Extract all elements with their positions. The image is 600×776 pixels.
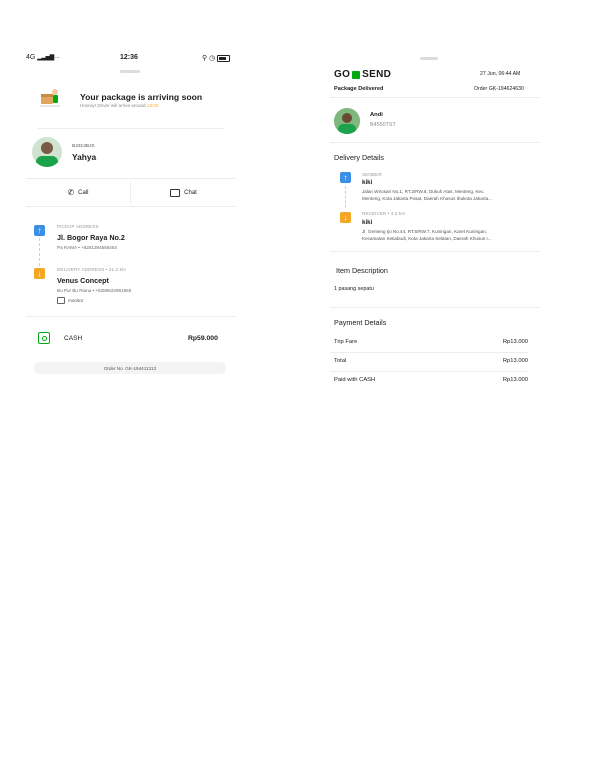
- item-description-heading: Item Description: [336, 266, 388, 275]
- trip-fare-value: Rp13.000: [502, 339, 528, 345]
- divider: [26, 206, 236, 207]
- chat-label: Chat: [184, 189, 197, 196]
- pickup-contact: Pa RAMA • +6281394556454: [57, 245, 117, 250]
- divider: [330, 142, 540, 143]
- divider: [330, 251, 540, 252]
- divider: [330, 307, 540, 308]
- driver-name: Andi: [370, 112, 383, 118]
- divider: [330, 97, 540, 98]
- delivery-label: DELIVERY ADDRESS • 21.2 km: [57, 267, 126, 272]
- location-icon: ⚲: [202, 55, 208, 62]
- sender-address-line-2: Menteng, Kota Jakarta Pusat, Daerah Khus…: [362, 196, 492, 201]
- battery-icon: [217, 54, 231, 62]
- status-time: 12:36: [120, 54, 138, 61]
- courier-illustration: [38, 86, 62, 110]
- delivery-item-text: monitor: [68, 298, 84, 303]
- divider: [330, 352, 528, 353]
- receiver-arrow-icon: ↓: [340, 212, 351, 223]
- sender-address-line-1: Jalan Wirosari No.1, RT.2/RW.6, Dukuh At…: [362, 189, 485, 194]
- receiver-label: RECEIVER • 4.3 km: [362, 211, 406, 216]
- total-value: Rp13.000: [502, 358, 528, 364]
- brand-right: SEND: [362, 69, 392, 80]
- order-id: Order GK-194624630: [474, 86, 524, 92]
- divider: [330, 371, 528, 372]
- sender-arrow-icon: ↑: [340, 172, 351, 183]
- box-icon: [57, 297, 65, 304]
- status-network: 4G ▂▃▅▇ ···: [26, 54, 60, 61]
- total-label: Total: [334, 358, 347, 364]
- gosend-logo: GO SEND: [334, 69, 391, 80]
- driver-plate: B4313BJX: [72, 144, 95, 149]
- receiver-name: kiki: [362, 219, 373, 226]
- sheet-handle[interactable]: [120, 70, 140, 73]
- driver-avatar: [334, 108, 360, 134]
- payment-details-heading: Payment Details: [334, 318, 387, 327]
- delivery-details-heading: Delivery Details: [334, 153, 384, 162]
- status-icons: ⚲ ◷: [202, 54, 231, 62]
- divider: [38, 128, 224, 129]
- chat-button[interactable]: Chat: [131, 179, 236, 206]
- trip-fare-label: Trip Fare: [334, 339, 358, 345]
- delivery-status: Package Delivered: [334, 86, 384, 92]
- pickup-label: PICKUP ADDRESS: [57, 224, 99, 229]
- delivery-address: Venus Concept: [57, 276, 109, 285]
- receiver-address-line-1: Jl. Genteng Ijo No.44, RT.6/RW.7, Kuning…: [362, 229, 487, 234]
- phone-icon: ✆: [67, 188, 75, 197]
- route-line: [39, 238, 41, 266]
- chat-icon: [170, 188, 181, 197]
- cash-icon: [38, 332, 50, 344]
- right-screen: GO SEND 27 Jun, 06:44 AM Package Deliver…: [330, 55, 540, 395]
- arrival-eta: 13:40: [146, 103, 159, 108]
- delivery-item: monitor: [57, 297, 83, 304]
- sender-name: kiki: [362, 179, 373, 186]
- call-button[interactable]: ✆ Call: [26, 179, 130, 206]
- arrival-subtitle: Hooray! Driver will arrive around 13:40: [80, 103, 159, 108]
- driver-name: Yahya: [72, 152, 97, 162]
- driver-avatar: [32, 137, 62, 167]
- arrival-title: Your package is arriving soon: [80, 92, 203, 102]
- route-line: [345, 186, 346, 208]
- payment-amount: Rp59.000: [188, 335, 218, 342]
- order-number-pill: Order No. GK-194411313: [34, 362, 226, 374]
- date: 27 Jun, 06:44 AM: [480, 71, 521, 77]
- paid-with-value: Rp13.000: [502, 377, 528, 383]
- paid-with-label: Paid with CASH: [334, 377, 376, 383]
- receiver-address-line-2: Kecamatan Setiabudi, Kota Jakarta Selata…: [362, 236, 492, 241]
- pickup-arrow-icon: ↑: [34, 225, 45, 236]
- order-number: Order No. GK-194411313: [103, 365, 157, 371]
- payment-method: CASH: [64, 335, 83, 342]
- sheet-handle[interactable]: [420, 57, 438, 60]
- call-label: Call: [78, 189, 89, 196]
- brand-left: GO: [334, 69, 351, 80]
- delivery-contact: Bu Pur Bu Riana • +6289622981855: [57, 288, 132, 293]
- divider: [26, 316, 236, 317]
- alarm-icon: ◷: [209, 55, 216, 62]
- sender-label: SENDER: [362, 172, 382, 177]
- delivery-arrow-icon: ↓: [34, 268, 45, 279]
- driver-plate: B4550TST: [370, 122, 396, 128]
- package-icon: [352, 70, 361, 79]
- item-description-text: 1 pasang sepatu: [334, 286, 374, 292]
- pickup-address: Jl. Bogor Raya No.2: [57, 233, 125, 242]
- left-screen: 4G ▂▃▅▇ ··· 12:36 ⚲ ◷ Your package is ar…: [26, 48, 236, 388]
